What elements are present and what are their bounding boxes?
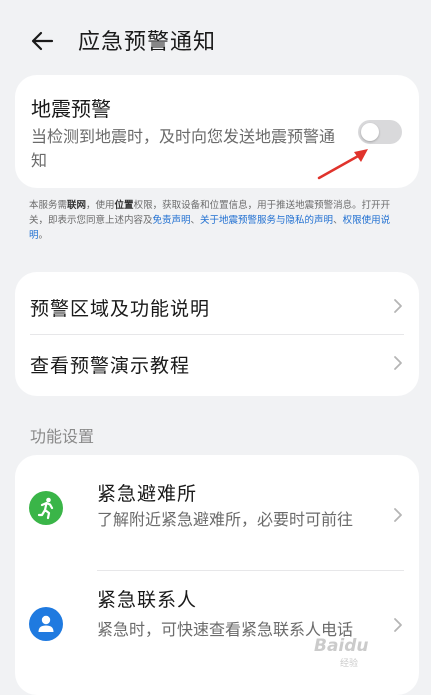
chevron-right-icon (394, 356, 402, 370)
earthquake-warning-toggle[interactable] (358, 120, 402, 144)
location-keyword: 位置 (114, 200, 134, 211)
menu-item-demo-tutorial[interactable]: 查看预警演示教程 (15, 335, 419, 391)
baidu-watermark: Baidu 经验 (314, 636, 369, 669)
running-person-icon (29, 491, 63, 525)
section-label-feature-settings: 功能设置 (30, 427, 95, 446)
chevron-right-icon (394, 618, 402, 632)
red-annotation-arrow-icon (317, 149, 368, 180)
disclaimer-link[interactable]: 免责声明 (153, 215, 191, 226)
menu-item-label: 预警区域及功能说明 (30, 298, 211, 320)
menu-item-warning-area[interactable]: 预警区域及功能说明 (15, 278, 419, 334)
menu-item-label: 查看预警演示教程 (30, 355, 191, 377)
chevron-right-icon (394, 299, 402, 313)
info-menu-card: 预警区域及功能说明 查看预警演示教程 (15, 272, 419, 396)
toggle-knob (361, 123, 379, 141)
settings-item-description: 了解附近紧急避难所，必要时可前往 (97, 510, 354, 529)
header: 应急预警通知 (0, 0, 431, 80)
chevron-right-icon (394, 508, 402, 522)
back-arrow-icon[interactable] (28, 26, 58, 56)
page-title: 应急预警通知 (78, 30, 217, 55)
settings-item-emergency-contacts[interactable]: 紧急联系人 紧急时，可快速查看紧急联系人电话 (15, 571, 419, 686)
privacy-statement-link[interactable]: 关于地震预警服务与隐私的声明 (200, 215, 333, 226)
earthquake-warning-title: 地震预警 (31, 97, 111, 121)
earthquake-warning-description: 当检测到地震时，及时向您发送地震预警通知 (31, 127, 336, 170)
network-keyword: 联网 (67, 200, 87, 211)
service-notice: 本服务需联网，使用位置权限，获取设备和位置信息，用于推送地震预警消息。打开开关，… (29, 200, 391, 241)
settings-item-emergency-shelter[interactable]: 紧急避难所 了解附近紧急避难所，必要时可前往 (15, 455, 419, 570)
settings-item-title: 紧急联系人 (97, 589, 198, 611)
person-icon (29, 607, 63, 641)
settings-item-title: 紧急避难所 (97, 483, 198, 505)
